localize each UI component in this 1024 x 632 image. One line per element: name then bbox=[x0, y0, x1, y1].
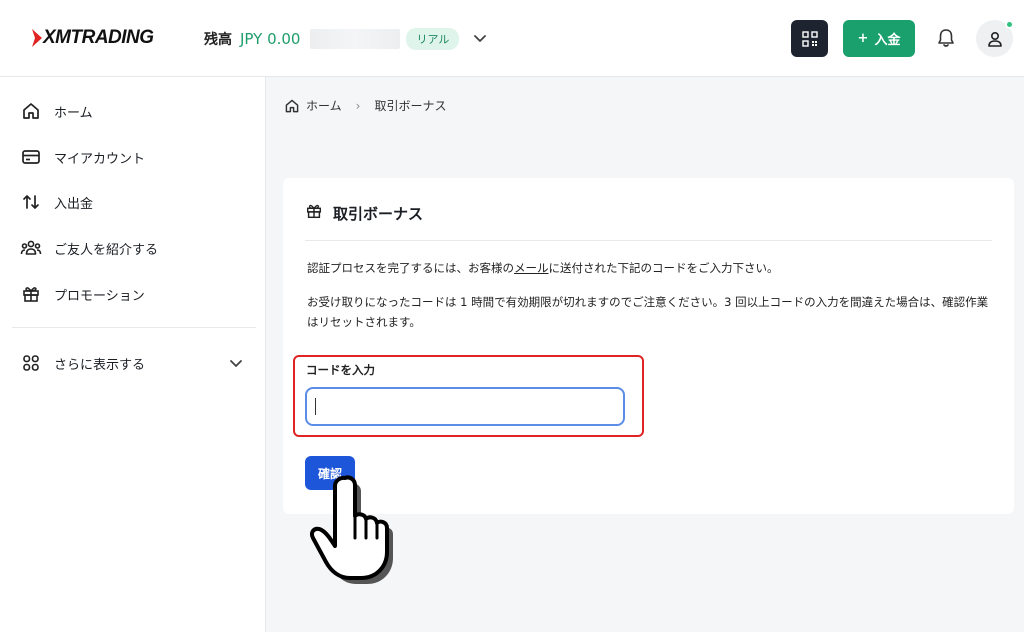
logo-mark-icon bbox=[32, 29, 42, 47]
chevron-down-icon[interactable] bbox=[228, 355, 244, 371]
breadcrumb-home-link[interactable]: ホーム bbox=[306, 97, 342, 114]
xm-logo[interactable]: XMTRADING bbox=[30, 24, 154, 52]
sidebar-divider bbox=[12, 327, 256, 328]
expiry-notice-text: お受け取りになったコードは 1 時間で有効期限が切れますのでご注意ください。3 … bbox=[307, 295, 989, 329]
chevron-right-icon: › bbox=[355, 98, 361, 113]
bell-icon[interactable] bbox=[935, 27, 957, 49]
balance-label: 残高 bbox=[204, 32, 232, 48]
sidebar-item-label: ホーム bbox=[54, 105, 93, 121]
home-icon[interactable] bbox=[284, 98, 300, 114]
breadcrumb-current: 取引ボーナス bbox=[374, 99, 447, 113]
instruction-text: 認証プロセスを完了するには、お客様のメールに送付された下記のコードをご入力下さい… bbox=[307, 260, 779, 276]
text-caret bbox=[315, 398, 316, 415]
sidebar-item-my-account[interactable]: マイアカウント bbox=[20, 145, 145, 169]
verification-code-input[interactable] bbox=[305, 387, 625, 426]
email-link[interactable]: メール bbox=[514, 261, 549, 275]
plus-icon: + bbox=[857, 31, 869, 46]
balance-value: JPY 0.00 bbox=[240, 30, 301, 48]
qr-code-icon bbox=[801, 30, 818, 47]
card-icon bbox=[20, 146, 42, 168]
sidebar-item-label: プロモーション bbox=[54, 288, 145, 304]
top-header: XMTRADING 残高 JPY 0.00 リアル + 入金 bbox=[0, 0, 1024, 77]
people-icon bbox=[20, 237, 42, 259]
sidebar-item-promotion[interactable]: プロモーション bbox=[20, 282, 145, 306]
code-input-label: コードを入力 bbox=[306, 363, 375, 377]
balance-display: 残高 JPY 0.00 リアル bbox=[204, 28, 460, 50]
deposit-button-label: 入金 bbox=[874, 33, 901, 48]
pointing-hand-icon bbox=[309, 475, 393, 584]
sidebar-item-label: マイアカウント bbox=[54, 151, 146, 167]
sidebar-item-referral[interactable]: ご友人を紹介する bbox=[20, 236, 158, 260]
trading-bonus-card: 取引ボーナス 認証プロセスを完了するには、お客様のメールに送付された下記のコード… bbox=[283, 178, 1014, 514]
sidebar-item-deposit-withdrawal[interactable]: 入出金 bbox=[20, 190, 93, 214]
gift-icon bbox=[305, 202, 323, 224]
card-title: 取引ボーナス bbox=[305, 202, 423, 224]
card-divider bbox=[305, 240, 992, 241]
instruction-text-part: に送付された下記のコードをご入力下さい。 bbox=[548, 261, 779, 275]
deposit-button[interactable]: + 入金 bbox=[843, 20, 915, 57]
sidebar-show-more[interactable]: さらに表示する bbox=[20, 351, 145, 375]
sidebar: ホーム マイアカウント 入出金 ご友人を紹介する プロモーション さらに表示する bbox=[0, 77, 266, 632]
breadcrumb: ホーム › 取引ボーナス bbox=[284, 97, 446, 114]
sidebar-item-label: 入出金 bbox=[54, 196, 94, 212]
user-icon bbox=[987, 31, 1002, 47]
show-more-label: さらに表示する bbox=[54, 357, 146, 373]
gift-icon bbox=[20, 283, 42, 305]
sidebar-item-label: ご友人を紹介する bbox=[54, 242, 159, 258]
card-title-text: 取引ボーナス bbox=[333, 204, 424, 223]
account-type-badge: リアル bbox=[406, 28, 460, 50]
masked-account-number bbox=[310, 29, 401, 49]
qr-code-button[interactable] bbox=[791, 20, 828, 57]
logo-text: XMTRADING bbox=[43, 27, 154, 48]
sidebar-item-home[interactable]: ホーム bbox=[20, 99, 93, 123]
instruction-text-part: 認証プロセスを完了するには、お客様の bbox=[307, 261, 514, 275]
online-status-dot bbox=[1005, 20, 1014, 29]
home-icon bbox=[20, 100, 42, 122]
chevron-down-icon[interactable] bbox=[472, 30, 488, 46]
grid-icon bbox=[20, 352, 42, 374]
transfer-icon bbox=[20, 191, 42, 213]
